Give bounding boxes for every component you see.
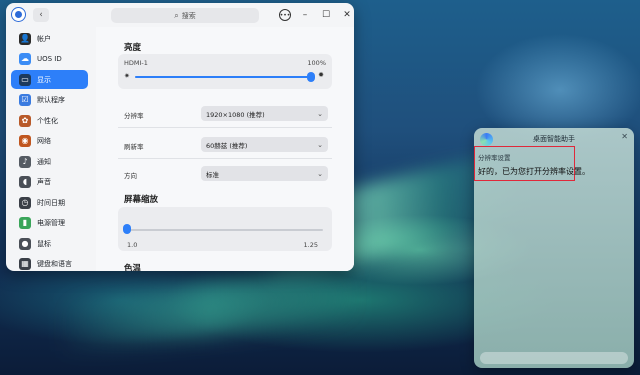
sidebar-item[interactable]: ♪ 通知 — [11, 152, 88, 171]
notification-icon: ♪ — [19, 155, 31, 168]
brightness-low-icon: ✷ — [124, 72, 130, 80]
orientation-select[interactable]: 标准 ⌄ — [201, 166, 328, 181]
sidebar-item-label: 电源管理 — [37, 219, 65, 227]
app-logo-icon — [11, 7, 26, 22]
sidebar-item[interactable]: ◷ 时间日期 — [11, 193, 88, 212]
more-icon[interactable]: ••• — [279, 9, 291, 21]
personalization-icon: ✿ — [19, 114, 31, 127]
assistant-message-highlight: 分辨率设置 好的，已为您打开分辨率设置。 — [474, 146, 590, 181]
refresh-rate-value: 60赫兹 (推荐) — [206, 141, 248, 150]
wallpaper-aurora-lower — [58, 269, 362, 351]
control-center-window: ‹ ⌕ 搜索 ••• – ☐ ✕ 👤 帐户 ☁ UOS ID ▭ 显示 ☑ 默认程序 ✿ 个性化 ◉… — [6, 3, 354, 271]
sidebar-item-label: 个性化 — [37, 116, 58, 125]
search-input[interactable]: ⌕ 搜索 — [111, 8, 259, 23]
display-icon: ▭ — [19, 73, 31, 86]
clock-icon: ◷ — [19, 196, 31, 209]
account-icon: 👤 — [19, 32, 31, 45]
color-temperature-title: 色温 — [124, 264, 142, 271]
chevron-down-icon: ⌄ — [317, 109, 323, 118]
scaling-min-label: 1.0 — [127, 241, 138, 249]
cloud-icon: ☁ — [19, 53, 31, 65]
minimize-icon[interactable]: – — [298, 8, 312, 22]
sidebar-item-label: 声音 — [37, 178, 51, 186]
brightness-value: 100% — [307, 59, 326, 67]
assistant-input[interactable] — [480, 352, 628, 364]
orientation-label: 方向 — [124, 172, 137, 180]
sidebar-item[interactable]: ◖ 声音 — [11, 173, 88, 192]
brightness-slider-handle[interactable] — [307, 72, 315, 82]
sidebar-item-label: 鼠标 — [37, 239, 51, 248]
sidebar-item[interactable]: ✿ 个性化 — [11, 111, 88, 130]
chevron-down-icon: ⌄ — [317, 140, 323, 149]
search-placeholder: 搜索 — [181, 11, 196, 20]
chevron-down-icon: ⌄ — [317, 169, 323, 178]
sound-icon: ◖ — [19, 176, 31, 188]
scaling-track — [127, 229, 323, 231]
scaling-max-label: 1.25 — [303, 241, 318, 249]
resolution-value: 1920×1080 (推荐) — [206, 110, 265, 119]
scaling-title: 屏幕缩放 — [124, 195, 159, 205]
close-icon[interactable]: ✕ — [621, 132, 628, 141]
title-bar: ‹ ⌕ 搜索 ••• – ☐ ✕ — [6, 3, 354, 27]
brightness-fill — [135, 76, 311, 78]
sidebar-item-label: 通知 — [37, 157, 51, 166]
back-button[interactable]: ‹ — [33, 8, 49, 22]
divider — [118, 158, 332, 159]
sidebar-item-label: UOS ID — [37, 55, 62, 63]
brightness-card: HDMI-1 100% ✷ ✹ — [118, 54, 332, 89]
scaling-card: 1.0 1.25 — [118, 207, 332, 251]
refresh-rate-label: 刷新率 — [124, 143, 144, 151]
divider — [118, 127, 332, 128]
sidebar-item[interactable]: ◉ 网络 — [11, 132, 88, 151]
sidebar-item-label: 默认程序 — [37, 96, 65, 104]
sidebar-item[interactable]: ● 鼠标 — [11, 234, 88, 253]
assistant-title: 桌面智能助手 — [533, 135, 575, 143]
orientation-value: 标准 — [206, 170, 219, 179]
brightness-title: 亮度 — [124, 43, 142, 53]
mouse-icon: ● — [19, 237, 31, 250]
user-request-text: 分辨率设置 — [478, 154, 511, 162]
keyboard-icon: ▦ — [19, 258, 31, 270]
search-icon: ⌕ — [174, 10, 179, 20]
default-apps-icon: ☑ — [19, 94, 31, 106]
sidebar-item[interactable]: ▮ 电源管理 — [11, 214, 88, 233]
close-icon[interactable]: ✕ — [340, 8, 354, 22]
sidebar-item-label: 键盘和语言 — [37, 260, 72, 268]
power-icon: ▮ — [19, 217, 31, 229]
refresh-rate-select[interactable]: 60赫兹 (推荐) ⌄ — [201, 137, 328, 152]
sidebar-item[interactable]: ☁ UOS ID — [11, 50, 88, 69]
sidebar-item[interactable]: ☑ 默认程序 — [11, 91, 88, 110]
sidebar-item[interactable]: ▦ 键盘和语言 — [11, 255, 88, 272]
sidebar-item-label: 帐户 — [37, 34, 51, 43]
assistant-reply-text: 好的，已为您打开分辨率设置。 — [478, 167, 590, 176]
maximize-icon[interactable]: ☐ — [319, 8, 333, 22]
resolution-select[interactable]: 1920×1080 (推荐) ⌄ — [201, 106, 328, 121]
monitor-name: HDMI-1 — [124, 59, 148, 67]
brightness-high-icon: ✹ — [318, 71, 324, 79]
sidebar-item[interactable]: 👤 帐户 — [11, 29, 88, 48]
sidebar-item-label: 网络 — [37, 137, 51, 145]
network-icon: ◉ — [19, 135, 31, 147]
sidebar: 👤 帐户 ☁ UOS ID ▭ 显示 ☑ 默认程序 ✿ 个性化 ◉ 网络 ♪ 通知 ◖ 声音 ◷ 时间日期 ▮ 电源管… — [6, 27, 92, 271]
sidebar-item[interactable]: ▭ 显示 — [11, 70, 88, 89]
sidebar-item-label: 显示 — [37, 75, 51, 84]
resolution-label: 分辨率 — [124, 112, 144, 120]
scaling-slider-handle[interactable] — [123, 224, 131, 234]
display-settings-panel: 亮度 HDMI-1 100% ✷ ✹ 分辨率 1920×1080 (推荐) ⌄ … — [96, 27, 354, 271]
chevron-left-icon: ‹ — [39, 10, 43, 20]
sidebar-item-label: 时间日期 — [37, 198, 65, 207]
